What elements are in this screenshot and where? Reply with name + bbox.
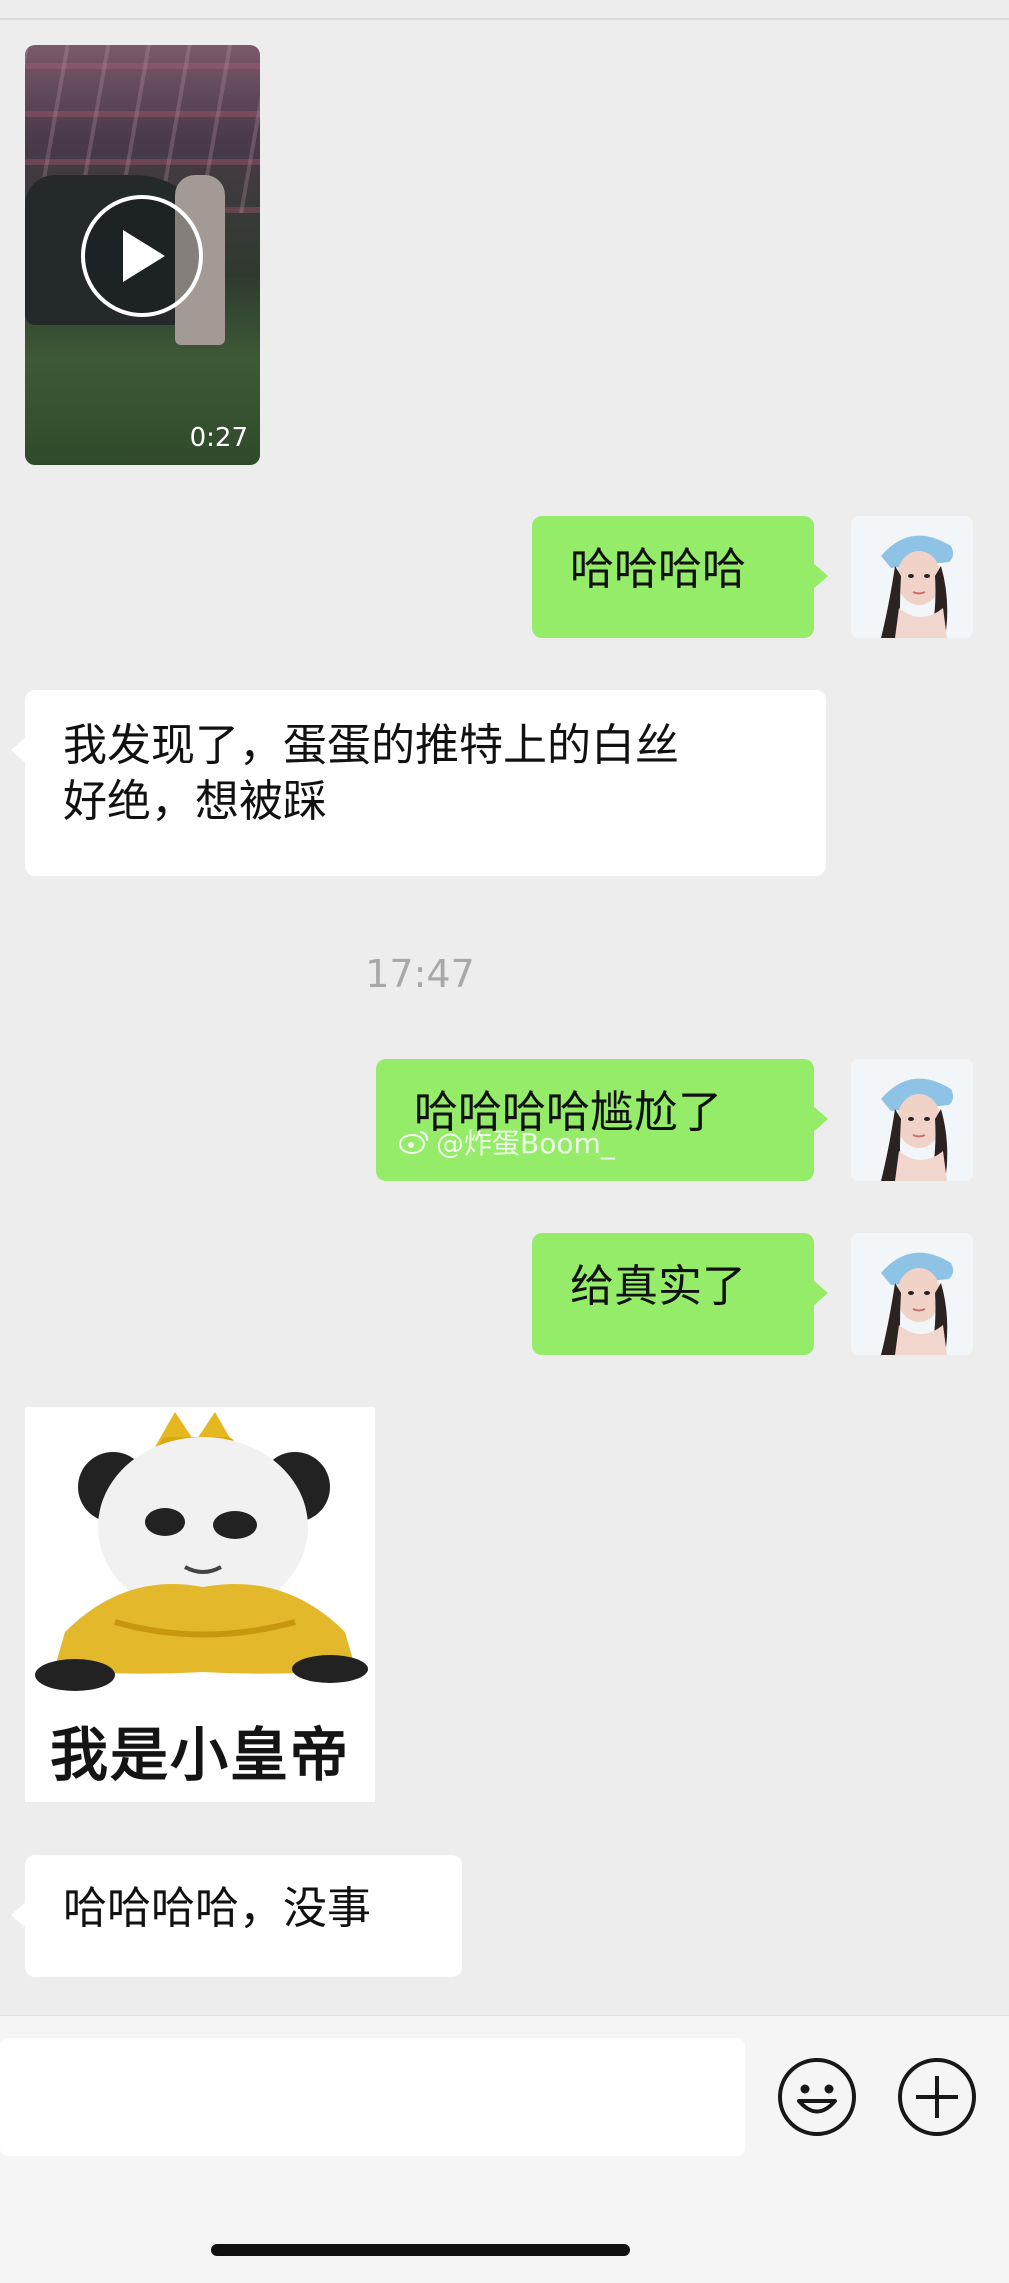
message-text: 哈哈哈哈 — [570, 544, 746, 595]
input-bar — [0, 2015, 1009, 2283]
message-bubble-me[interactable]: 哈哈哈哈 — [532, 516, 828, 638]
header-divider — [0, 18, 1009, 20]
sticker-message[interactable]: 我是小皇帝 — [25, 1407, 375, 1802]
message-bubble-them[interactable]: 哈哈哈哈，没事 — [11, 1855, 462, 1977]
message-text-line: 我发现了，蛋蛋的推特上的白丝 — [63, 720, 679, 771]
avatar-me[interactable] — [851, 516, 973, 638]
video-duration: 0:27 — [189, 423, 248, 453]
plus-circle-icon[interactable] — [896, 2056, 978, 2138]
panda-emperor-sticker — [25, 1407, 375, 1707]
message-text: 给真实了 — [570, 1261, 746, 1312]
play-icon[interactable] — [81, 195, 203, 317]
watermark-text: @炸蛋Boom_ — [436, 1127, 615, 1160]
message-bubble-me[interactable]: 哈哈哈哈尴尬了 — [376, 1059, 828, 1181]
message-bubble-them[interactable]: 我发现了，蛋蛋的推特上的白丝 好绝，想被踩 — [11, 690, 826, 876]
message-input[interactable] — [0, 2038, 745, 2156]
chat-screen: 0:27 哈哈哈哈 我发现了，蛋蛋的推特上的白丝 好绝，想被踩 17:47 哈哈… — [0, 0, 1009, 2283]
smiley-icon[interactable] — [776, 2056, 858, 2138]
message-text: 哈哈哈哈，没事 — [63, 1883, 371, 1934]
video-message[interactable]: 0:27 — [25, 45, 260, 465]
message-timestamp: 17:47 — [365, 952, 475, 996]
avatar-me[interactable] — [851, 1059, 973, 1181]
home-indicator[interactable] — [211, 2244, 630, 2256]
avatar-me[interactable] — [851, 1233, 973, 1355]
message-text-line: 好绝，想被踩 — [63, 776, 327, 827]
weibo-icon — [399, 1131, 429, 1154]
watermark: @炸蛋Boom_ — [398, 1122, 615, 1162]
sticker-caption: 我是小皇帝 — [49, 1721, 350, 1789]
message-bubble-me[interactable]: 给真实了 — [532, 1233, 828, 1355]
